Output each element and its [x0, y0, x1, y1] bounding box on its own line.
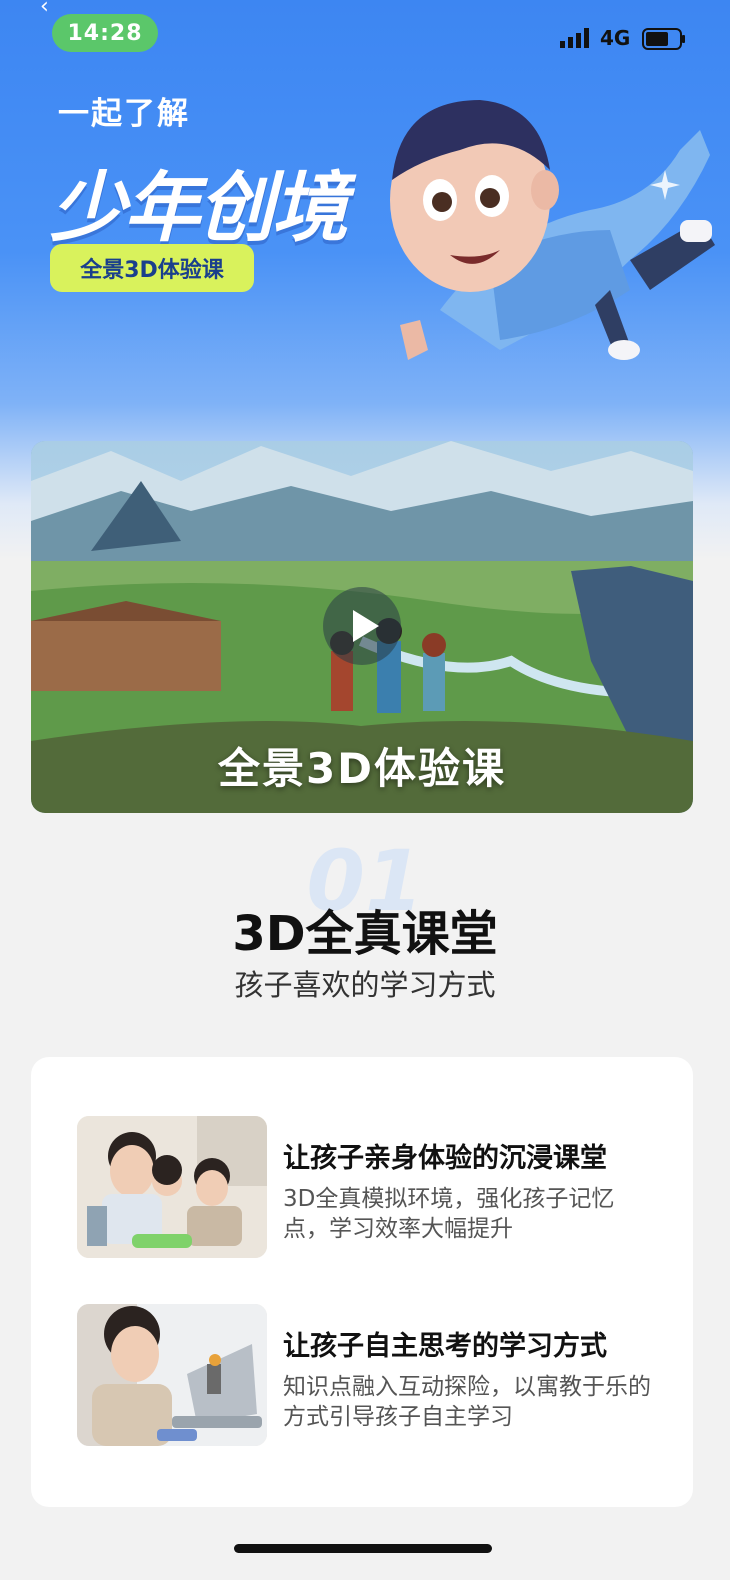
feature-description: 3D全真模拟环境，强化孩子记忆点，学习效率大幅提升: [283, 1186, 615, 1242]
feature-thumbnail: [77, 1116, 267, 1258]
back-arrow-icon[interactable]: ‹: [40, 0, 49, 19]
feature-thumbnail: [77, 1304, 267, 1446]
kids-robotics-image: [77, 1116, 267, 1258]
feature-description: 知识点融入互动探险，以寓教于乐的方式引导孩子自主学习: [283, 1374, 651, 1430]
play-button[interactable]: [323, 587, 401, 665]
feature-card: 让孩子亲身体验的沉浸课堂 3D全真模拟环境，强化孩子记忆点，学习效率大幅提升 让…: [31, 1057, 693, 1507]
hero-tag-badge: 全景3D体验课: [50, 244, 254, 292]
network-type: 4G: [600, 26, 631, 50]
status-time: 14:28: [52, 14, 158, 52]
hero-title: 少年创境: [50, 163, 348, 252]
feature-title: 让孩子自主思考的学习方式: [283, 1331, 607, 1362]
feature-item[interactable]: 让孩子自主思考的学习方式 知识点融入互动探险，以寓教于乐的方式引导孩子自主学习: [77, 1304, 667, 1446]
boy-laptop-image: [77, 1304, 267, 1446]
signal-icon: [560, 28, 589, 48]
play-icon: [353, 610, 379, 642]
video-caption: 全景3D体验课: [217, 744, 507, 793]
feature-title: 让孩子亲身体验的沉浸课堂: [283, 1143, 607, 1174]
intro-video-card[interactable]: 全景3D体验课: [31, 441, 693, 813]
battery-icon: [642, 28, 685, 50]
hero-subtitle: 一起了解: [58, 96, 190, 132]
section-subtitle: 孩子喜欢的学习方式: [234, 968, 496, 1002]
flying-boy-mascot: [390, 100, 715, 360]
sparkle-icon: [650, 170, 680, 200]
feature-item[interactable]: 让孩子亲身体验的沉浸课堂 3D全真模拟环境，强化孩子记忆点，学习效率大幅提升: [77, 1116, 667, 1258]
section-title: 3D全真课堂: [232, 906, 498, 962]
home-indicator[interactable]: [234, 1544, 492, 1553]
